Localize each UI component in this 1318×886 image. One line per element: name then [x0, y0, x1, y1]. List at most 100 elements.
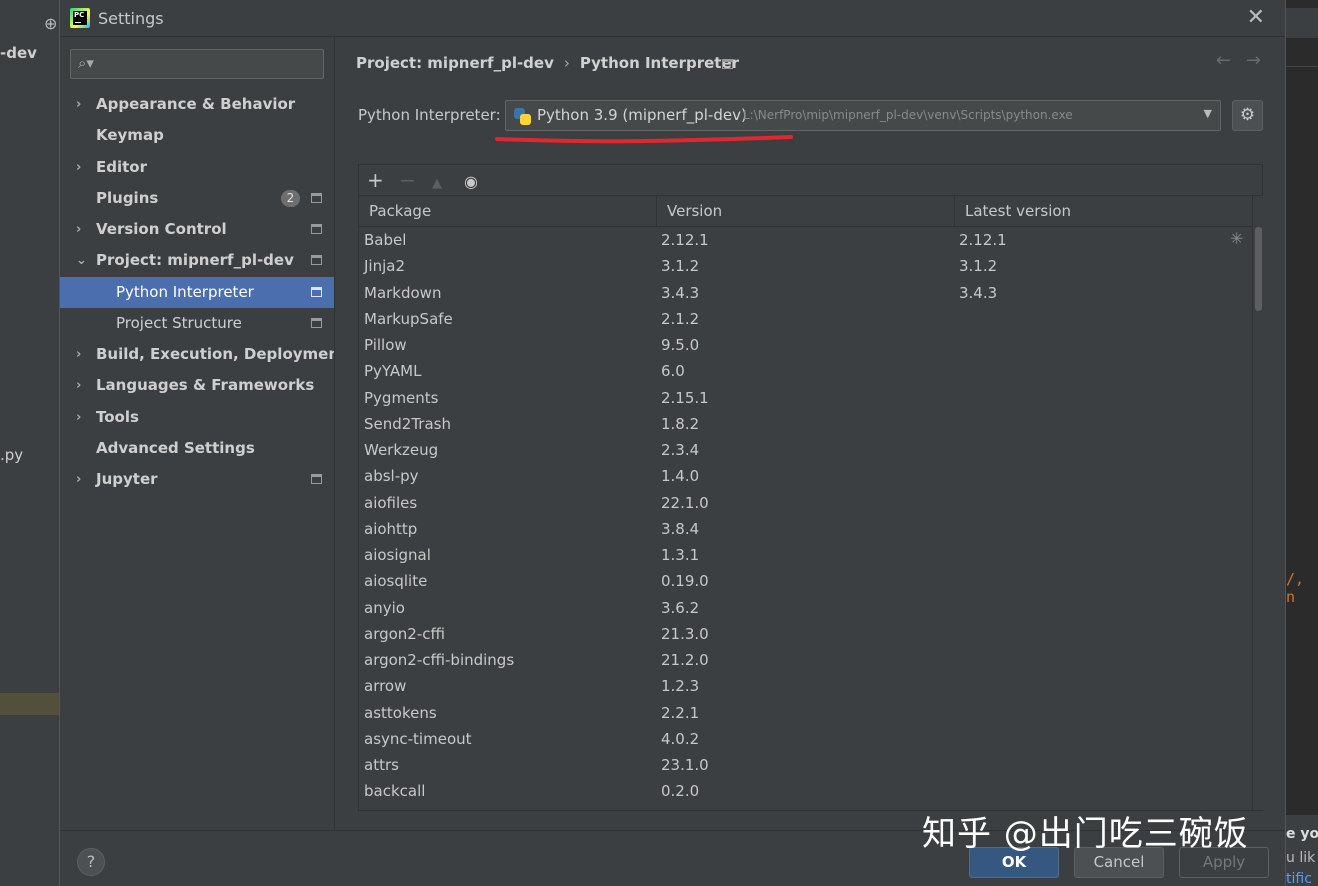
table-row[interactable]: aiohttp 3.8.4 [359, 516, 1252, 542]
chevron-right-icon: › [76, 160, 82, 175]
package-version-cell: 2.1.2 [661, 309, 700, 328]
package-name-cell: Markdown [364, 283, 442, 302]
bg-notice-line-2: u lik [1286, 850, 1316, 866]
table-row[interactable]: Werkzeug 2.3.4 [359, 437, 1252, 463]
chevron-down-icon: ⌄ [76, 253, 87, 268]
sidebar-item-appearance-behavior[interactable]: › Appearance & Behavior [60, 89, 334, 120]
sidebar-item-label: Build, Execution, Deployment [96, 345, 347, 363]
package-name-cell: Pygments [364, 388, 439, 407]
sidebar-item-project-structure[interactable]: Project Structure [60, 308, 334, 339]
close-icon[interactable]: ✕ [1247, 5, 1265, 30]
package-version-cell: 2.3.4 [661, 441, 700, 459]
sidebar-item-languages-frameworks[interactable]: › Languages & Frameworks [60, 370, 334, 401]
table-row[interactable]: argon2-cffi-bindings 21.2.0 [359, 647, 1252, 673]
project-scope-icon [311, 224, 322, 234]
package-latest-version-cell: 3.1.2 [959, 257, 998, 276]
package-name-cell: Babel [364, 231, 407, 249]
sidebar-item-tools[interactable]: › Tools [60, 402, 334, 433]
sidebar-item-jupyter[interactable]: › Jupyter [60, 464, 334, 495]
scrollbar-thumb[interactable] [1255, 227, 1262, 311]
breadcrumb-project: Project: mipnerf_pl-dev [356, 54, 554, 72]
table-row[interactable]: async-timeout 4.0.2 [359, 726, 1252, 752]
packages-panel: + − ▲ ◉ Package Version Latest version B… [358, 164, 1263, 811]
package-name-cell: aiohttp [364, 519, 418, 538]
table-row[interactable]: aiosignal 1.3.1 [359, 542, 1252, 568]
package-version-cell: 2.2.1 [661, 703, 700, 722]
interpreter-label: Python Interpreter: [358, 106, 501, 124]
settings-search-input[interactable]: ⌕▾ [70, 49, 324, 79]
package-latest-version-cell: 3.4.3 [959, 283, 998, 302]
plus-icon[interactable]: + [367, 168, 384, 192]
table-row[interactable]: Pygments 2.15.1 [359, 385, 1252, 411]
table-row[interactable]: MarkupSafe 2.1.2 [359, 306, 1252, 332]
sidebar-item-build-execution[interactable]: › Build, Execution, Deployment [60, 339, 346, 370]
arrow-left-icon[interactable]: ← [1216, 50, 1231, 71]
interpreter-settings-button[interactable]: ⚙ [1232, 100, 1263, 131]
red-underline-annotation [495, 135, 793, 144]
package-name-cell: Jinja2 [364, 257, 406, 276]
package-version-cell: 21.3.0 [661, 624, 709, 643]
package-version-cell: 3.1.2 [661, 257, 700, 276]
package-name-cell: absl-py [364, 467, 419, 486]
gear-icon: ⚙ [1239, 105, 1256, 125]
package-name-cell: argon2-cffi [364, 624, 446, 643]
sidebar-item-label: Appearance & Behavior [96, 95, 296, 113]
packages-table-body: Babel 2.12.1 2.12.1 Jinja2 3.1.2 3.1.2 Markdow… [359, 227, 1252, 810]
table-row[interactable]: backcall 0.2.0 [359, 778, 1252, 804]
sidebar-item-version-control[interactable]: › Version Control [60, 214, 334, 245]
chevron-right-icon: › [76, 97, 82, 112]
table-row[interactable]: attrs 23.1.0 [359, 752, 1252, 778]
target-icon: ⊕ [44, 14, 58, 33]
package-name-cell: async-timeout [364, 729, 472, 748]
chevron-right-icon: › [76, 472, 82, 487]
table-row[interactable]: aiofiles 22.1.0 [359, 490, 1252, 516]
sidebar-item-plugins[interactable]: Plugins 2 [60, 183, 334, 214]
packages-scrollbar[interactable] [1252, 196, 1263, 810]
table-row[interactable]: argon2-cffi 21.3.0 [359, 621, 1252, 647]
package-name-cell: argon2-cffi-bindings [364, 651, 515, 669]
package-name-cell: anyio [364, 598, 405, 617]
table-row[interactable]: Babel 2.12.1 2.12.1 [359, 227, 1252, 253]
chevron-right-icon: › [76, 410, 82, 425]
sidebar-item-python-interpreter[interactable]: Python Interpreter [60, 277, 334, 308]
table-row[interactable]: PyYAML 6.0 [359, 358, 1252, 384]
dialog-title: Settings [98, 9, 164, 28]
package-version-cell: 0.2.0 [661, 782, 700, 801]
sidebar-item-keymap[interactable]: Keymap [60, 120, 334, 151]
minus-icon[interactable]: − [399, 168, 416, 192]
settings-content: Project: mipnerf_pl-dev › Python Interpret… [334, 37, 1285, 830]
plugins-count-badge: 2 [281, 190, 300, 207]
table-row[interactable]: arrow 1.2.3 [359, 673, 1252, 699]
table-row[interactable]: aiosqlite 0.19.0 [359, 568, 1252, 594]
interpreter-dropdown[interactable]: Python 3.9 (mipnerf_pl-dev) L:\NerfPro\m… [505, 100, 1221, 131]
table-row[interactable]: Send2Trash 1.8.2 [359, 411, 1252, 437]
project-scope-icon [311, 474, 322, 484]
package-name-cell: MarkupSafe [364, 309, 453, 328]
package-version-cell: 3.4.3 [661, 283, 700, 302]
table-row[interactable]: anyio 3.6.2 [359, 595, 1252, 621]
column-header-latest-version[interactable]: Latest version [955, 196, 1252, 227]
table-row[interactable]: absl-py 1.4.0 [359, 463, 1252, 489]
column-header-package[interactable]: Package [359, 196, 657, 227]
table-row[interactable]: Pillow 9.5.0 [359, 332, 1252, 358]
sidebar-item-advanced-settings[interactable]: Advanced Settings [60, 433, 334, 464]
column-header-version[interactable]: Version [657, 196, 955, 227]
table-row[interactable]: Markdown 3.4.3 3.4.3 [359, 280, 1252, 306]
sidebar-item-label: Project Structure [116, 314, 242, 332]
dropdown-arrow-icon: ▼ [1203, 107, 1212, 120]
bg-notice-line-1: e you [1286, 826, 1318, 842]
sidebar-item-editor[interactable]: › Editor [60, 152, 334, 183]
help-button[interactable]: ? [77, 848, 105, 876]
sidebar-item-project[interactable]: ⌄ Project: mipnerf_pl-dev [60, 245, 334, 276]
loading-spinner-icon: ✳ [1230, 229, 1244, 248]
bg-tab-bar [1286, 8, 1318, 38]
table-row[interactable]: asttokens 2.2.1 [359, 700, 1252, 726]
package-version-cell: 2.15.1 [661, 388, 709, 407]
interpreter-path: L:\NerfPro\mip\mipnerf_pl-dev\venv\Scrip… [743, 108, 1073, 122]
title-bar[interactable]: PC Settings ✕ [60, 0, 1285, 37]
triangle-up-icon[interactable]: ▲ [432, 172, 442, 196]
arrow-right-icon[interactable]: → [1246, 50, 1261, 71]
bg-notice-link[interactable]: tific [1286, 871, 1312, 886]
table-row[interactable]: Jinja2 3.1.2 3.1.2 [359, 253, 1252, 279]
eye-icon[interactable]: ◉ [464, 170, 478, 194]
